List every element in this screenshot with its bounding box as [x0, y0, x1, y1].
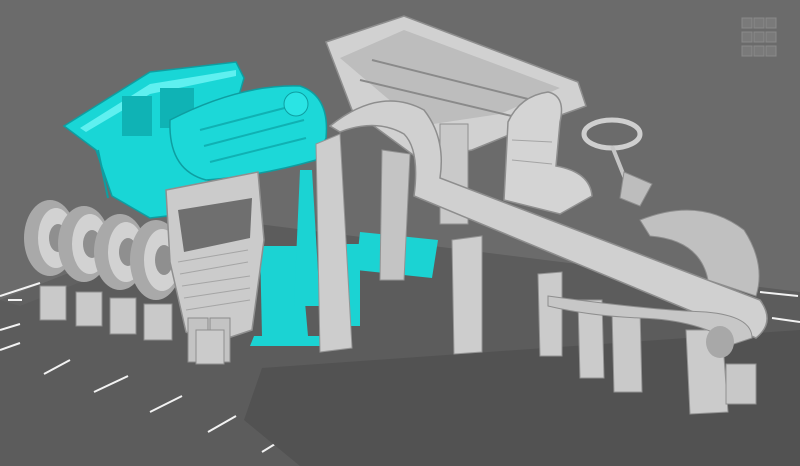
view-cube-icon[interactable]: [738, 16, 782, 62]
3d-viewport[interactable]: [0, 0, 800, 466]
build-scene[interactable]: [0, 0, 800, 466]
steering-wheel[interactable]: [581, 117, 653, 207]
seat[interactable]: [503, 91, 593, 215]
